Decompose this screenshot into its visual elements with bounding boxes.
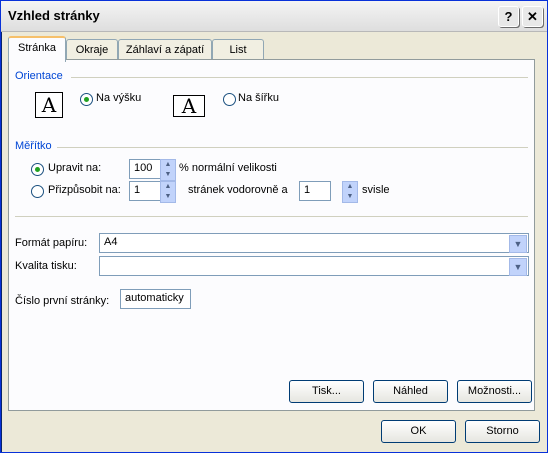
title-bar[interactable]: Vzhled stránky ? ✕ bbox=[1, 1, 547, 32]
spin-up-icon[interactable]: ▲ bbox=[161, 160, 175, 170]
portrait-page-icon: A bbox=[35, 92, 63, 118]
fit-tall-input[interactable]: 1 bbox=[299, 181, 331, 201]
ok-button[interactable]: OK bbox=[381, 420, 456, 443]
chevron-down-icon[interactable]: ▼ bbox=[509, 258, 527, 276]
chevron-down-icon[interactable]: ▼ bbox=[509, 235, 527, 253]
close-button[interactable]: ✕ bbox=[522, 6, 543, 27]
orientation-group-label: Orientace bbox=[15, 70, 63, 82]
tab-sheet[interactable]: List bbox=[212, 39, 264, 60]
tab-page[interactable]: Stránka bbox=[8, 36, 66, 62]
fit-wide-spinner[interactable]: ▲ ▼ bbox=[160, 181, 176, 203]
print-button[interactable]: Tisk... bbox=[289, 380, 364, 403]
landscape-radio[interactable] bbox=[223, 93, 236, 106]
paper-size-value: A4 bbox=[104, 236, 118, 248]
print-quality-combo[interactable]: ▼ bbox=[99, 256, 529, 276]
spin-up-icon[interactable]: ▲ bbox=[161, 182, 175, 192]
window-title: Vzhled stránky bbox=[8, 8, 100, 23]
fit-wide-value: 1 bbox=[134, 184, 141, 196]
tab-header-footer[interactable]: Záhlaví a zápatí bbox=[118, 39, 212, 60]
adjust-percent-input[interactable]: 100 bbox=[129, 159, 161, 179]
spin-down-icon[interactable]: ▼ bbox=[161, 192, 175, 202]
orientation-divider bbox=[71, 77, 528, 78]
first-page-label: Číslo první stránky: bbox=[15, 295, 110, 307]
print-quality-label: Kvalita tisku: bbox=[15, 260, 77, 272]
adjust-percent-value: 100 bbox=[134, 162, 153, 174]
radio-selected-dot bbox=[35, 167, 40, 172]
section-divider bbox=[15, 216, 528, 217]
fit-tall-suffix: svisle bbox=[362, 184, 390, 196]
paper-size-combo[interactable]: A4 ▼ bbox=[99, 233, 529, 253]
spin-down-icon[interactable]: ▼ bbox=[343, 192, 357, 202]
help-button[interactable]: ? bbox=[498, 6, 519, 27]
portrait-label: Na výšku bbox=[96, 92, 142, 104]
landscape-label: Na šířku bbox=[238, 92, 279, 104]
tab-panel-page: Orientace A Na výšku A Na šířku Měřítko … bbox=[8, 59, 535, 411]
paper-size-label: Formát papíru: bbox=[15, 237, 88, 249]
page-setup-dialog: Vzhled stránky ? ✕ Stránka Okraje Záhlav… bbox=[0, 0, 548, 453]
fit-wide-suffix: stránek vodorovně a bbox=[188, 184, 288, 196]
portrait-radio[interactable] bbox=[80, 93, 93, 106]
first-page-input[interactable]: automaticky bbox=[120, 289, 191, 309]
scaling-divider bbox=[57, 147, 528, 148]
landscape-page-icon: A bbox=[173, 95, 205, 117]
fit-wide-input[interactable]: 1 bbox=[129, 181, 161, 201]
preview-button[interactable]: Náhled bbox=[373, 380, 448, 403]
options-button[interactable]: Možnosti... bbox=[457, 380, 532, 403]
fit-radio[interactable] bbox=[31, 185, 44, 198]
cancel-button[interactable]: Storno bbox=[465, 420, 540, 443]
dialog-client-area: Stránka Okraje Záhlaví a zápatí List Ori… bbox=[2, 32, 547, 452]
adjust-spinner[interactable]: ▲ ▼ bbox=[160, 159, 176, 181]
radio-selected-dot bbox=[84, 97, 89, 102]
fit-tall-spinner[interactable]: ▲ ▼ bbox=[342, 181, 358, 203]
spin-down-icon[interactable]: ▼ bbox=[161, 170, 175, 180]
spin-up-icon[interactable]: ▲ bbox=[343, 182, 357, 192]
scaling-group-label: Měřítko bbox=[15, 140, 52, 152]
fit-tall-value: 1 bbox=[304, 184, 311, 196]
fit-label: Přizpůsobit na: bbox=[48, 184, 121, 196]
adjust-suffix: % normální velikosti bbox=[179, 162, 277, 174]
adjust-radio[interactable] bbox=[31, 163, 44, 176]
adjust-label: Upravit na: bbox=[48, 162, 102, 174]
tab-margins[interactable]: Okraje bbox=[66, 39, 118, 60]
first-page-value: automaticky bbox=[125, 292, 184, 304]
